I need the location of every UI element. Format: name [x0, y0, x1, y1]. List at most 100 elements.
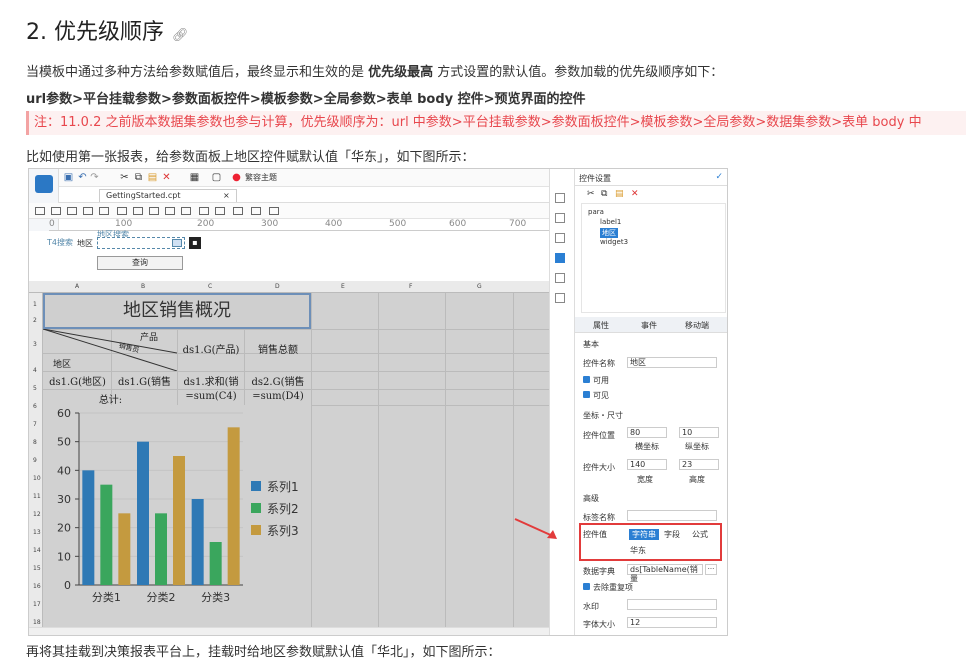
delete-icon[interactable]: ✕ — [631, 189, 639, 199]
row-header[interactable]: 3 — [33, 341, 37, 348]
template-icon[interactable]: ▢ — [211, 172, 222, 183]
tree-item-label1[interactable]: label1 — [600, 218, 621, 226]
format-icon[interactable] — [117, 207, 127, 215]
section-basic[interactable]: 基本 — [583, 339, 719, 350]
col-header[interactable]: A — [75, 283, 79, 290]
horizontal-scrollbar[interactable] — [29, 627, 549, 635]
row-header[interactable]: 17 — [33, 601, 41, 608]
delete-icon[interactable]: ✕ — [161, 172, 172, 183]
row-header[interactable]: 13 — [33, 529, 41, 536]
row-header[interactable]: 15 — [33, 565, 41, 572]
cell-c5[interactable]: =sum(C4) — [178, 391, 244, 402]
format-icon[interactable] — [233, 207, 243, 215]
tool-icon[interactable] — [555, 233, 565, 243]
dict-input[interactable]: ds[TableName(销量 — [627, 564, 703, 583]
row-header[interactable]: 6 — [33, 403, 37, 410]
col-header[interactable]: D — [275, 283, 280, 290]
format-icon[interactable] — [99, 207, 109, 215]
cut-icon[interactable]: ✂ — [119, 172, 130, 183]
chip-string[interactable]: 字符串 — [629, 529, 659, 540]
format-icon[interactable] — [251, 207, 261, 215]
cell-a4[interactable]: ds1.G(地区) — [44, 373, 111, 388]
format-icon[interactable] — [199, 207, 209, 215]
report-title[interactable]: 地区销售概况 — [43, 293, 311, 329]
format-icon[interactable] — [149, 207, 159, 215]
col-header[interactable]: B — [141, 283, 145, 290]
widget-icon[interactable] — [555, 253, 565, 263]
tree-item-region[interactable]: 地区 — [600, 228, 618, 238]
collapse-icon[interactable]: ✓ — [715, 172, 723, 182]
cell-region[interactable]: 地区 — [47, 357, 77, 370]
cell-d5[interactable]: =sum(D4) — [245, 391, 311, 402]
region-combobox[interactable] — [97, 237, 185, 249]
cell-total[interactable]: 总计: — [44, 391, 177, 406]
height-input[interactable]: 23 — [679, 459, 719, 470]
paste-icon[interactable]: ▤ — [615, 189, 624, 199]
tab-gettingstarted[interactable]: GettingStarted.cpt × — [99, 189, 237, 202]
tab-events[interactable]: 事件 — [641, 320, 657, 331]
paste-icon[interactable]: ▤ — [147, 172, 158, 183]
copy-icon[interactable]: ⧉ — [601, 189, 607, 199]
watermark-input[interactable] — [627, 599, 717, 610]
report-grid[interactable]: A B C D E F G 1 2 3 4 5 6 7 8 9 10 11 12… — [29, 281, 549, 627]
cut-icon[interactable]: ✂ — [587, 189, 595, 199]
copy-icon[interactable]: ⧉ — [133, 172, 144, 183]
cell-b4[interactable]: ds1.G(销售 — [112, 373, 177, 388]
widget-value-text[interactable]: 华东 — [630, 545, 727, 556]
more-button[interactable]: ··· — [705, 564, 717, 575]
row-header[interactable]: 1 — [33, 301, 37, 308]
width-input[interactable]: 140 — [627, 459, 667, 470]
redo-icon[interactable]: ↷ — [89, 172, 100, 183]
row-header[interactable]: 10 — [33, 475, 41, 482]
format-icon[interactable] — [133, 207, 143, 215]
preview-icon[interactable]: ▦ — [189, 172, 200, 183]
close-icon[interactable]: × — [223, 191, 230, 200]
col-header[interactable]: G — [477, 283, 482, 290]
visible-checkbox[interactable] — [583, 391, 590, 398]
tool-icon[interactable] — [555, 193, 565, 203]
row-header[interactable]: 12 — [33, 511, 41, 518]
theme-button[interactable]: 繁容主题 — [245, 172, 277, 183]
tag-name-input[interactable] — [627, 510, 717, 521]
dropdown-icon[interactable] — [172, 239, 182, 247]
format-icon[interactable] — [165, 207, 175, 215]
col-header[interactable]: F — [409, 283, 412, 290]
format-icon[interactable] — [269, 207, 279, 215]
section-position[interactable]: 坐标・尺寸 — [583, 410, 719, 421]
row-header[interactable]: 7 — [33, 421, 37, 428]
row-header[interactable]: 8 — [33, 439, 37, 446]
tab-properties[interactable]: 属性 — [593, 320, 609, 331]
tool-icon[interactable] — [555, 273, 565, 283]
format-icon[interactable] — [67, 207, 77, 215]
format-icon[interactable] — [51, 207, 61, 215]
save-icon[interactable]: ▣ — [63, 172, 74, 183]
tool-icon[interactable] — [555, 213, 565, 223]
col-header[interactable]: C — [208, 283, 212, 290]
cell-product[interactable]: 产品 — [129, 330, 169, 343]
format-icon[interactable] — [215, 207, 225, 215]
row-header[interactable]: 9 — [33, 457, 37, 464]
cell-d3[interactable]: 销售总额 — [245, 341, 311, 356]
pos-y-input[interactable]: 10 — [679, 427, 719, 438]
row-header[interactable]: 16 — [33, 583, 41, 590]
undo-icon[interactable]: ↶ — [77, 172, 88, 183]
enabled-checkbox[interactable] — [583, 376, 590, 383]
format-icon[interactable] — [181, 207, 191, 215]
link-icon[interactable]: 🔗︎ — [172, 28, 189, 43]
pos-x-input[interactable]: 80 — [627, 427, 667, 438]
cell-c3[interactable]: ds1.G(产品) — [178, 341, 244, 356]
row-header[interactable]: 11 — [33, 493, 41, 500]
fontsize-select[interactable]: 12 — [627, 617, 717, 628]
row-header[interactable]: 18 — [33, 619, 41, 626]
format-icon[interactable] — [83, 207, 93, 215]
tab-mobile[interactable]: 移动端 — [685, 320, 709, 331]
row-header[interactable]: 14 — [33, 547, 41, 554]
cell-d4[interactable]: ds2.G(销售 — [245, 373, 311, 388]
format-icon[interactable] — [35, 207, 45, 215]
row-header[interactable]: 2 — [33, 317, 37, 324]
row-header[interactable]: 4 — [33, 367, 37, 374]
row-header[interactable]: 5 — [33, 385, 37, 392]
tree-item-para[interactable]: para — [588, 208, 604, 216]
col-header[interactable]: E — [341, 283, 345, 290]
dedupe-checkbox[interactable] — [583, 583, 590, 590]
